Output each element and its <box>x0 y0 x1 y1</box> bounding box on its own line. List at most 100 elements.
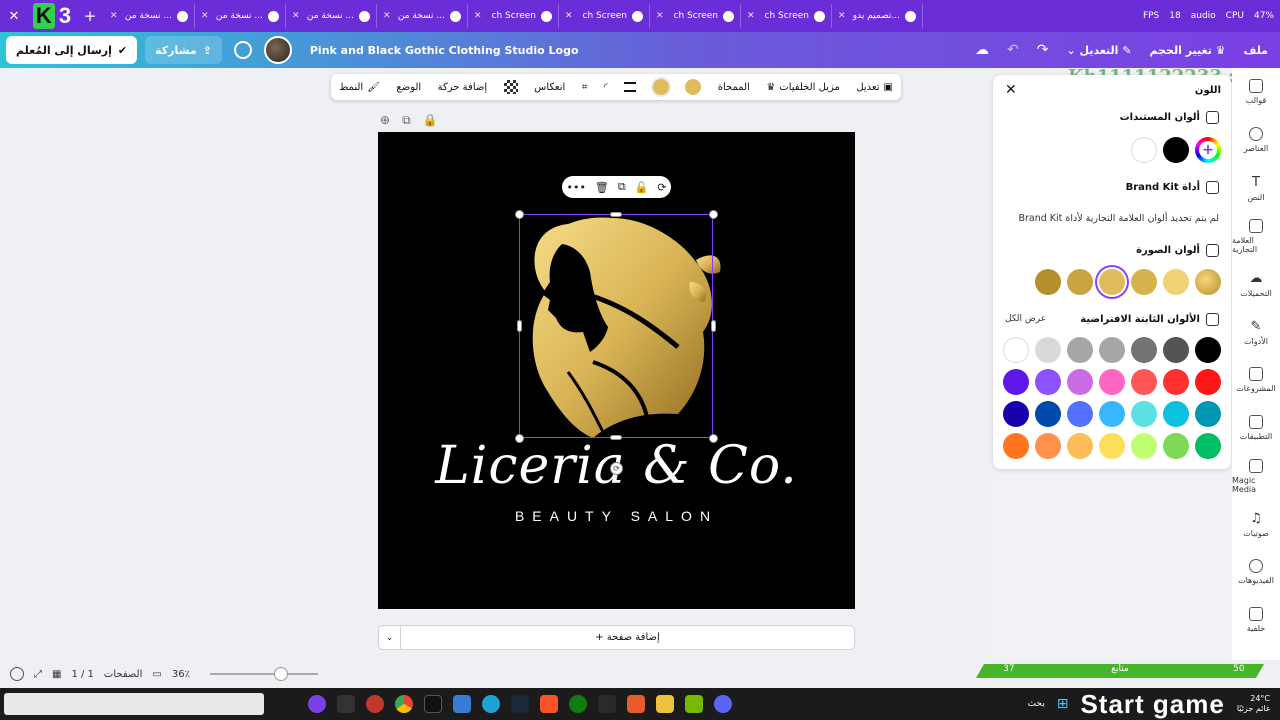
sidebar-item-uploads[interactable]: ☁ التحميلات <box>1232 260 1280 308</box>
color-swatch[interactable] <box>1163 433 1189 459</box>
color-swatch[interactable] <box>1163 269 1189 295</box>
color-swatch[interactable] <box>1035 369 1061 395</box>
bg-remover-button[interactable]: مزيل الخلفيات ♛ <box>766 82 840 93</box>
app-icon[interactable] <box>366 695 384 713</box>
store-icon[interactable] <box>453 695 471 713</box>
edge-icon[interactable] <box>482 695 500 713</box>
zoom-level[interactable]: 36٪ <box>172 669 190 680</box>
browser-tab[interactable]: ✕ ch Screen <box>559 4 650 28</box>
border-style-button[interactable] <box>624 82 637 92</box>
epic-games-icon[interactable] <box>598 695 616 713</box>
color-swatch[interactable] <box>1099 433 1125 459</box>
color-swatch[interactable] <box>1131 401 1157 427</box>
color-swatch[interactable] <box>1067 269 1093 295</box>
color-swatch[interactable] <box>1131 433 1157 459</box>
browser-tab[interactable]: ✕ نسخة من ... <box>377 4 468 28</box>
add-page-icon[interactable]: ⊕ <box>380 113 390 128</box>
color-swatch[interactable] <box>1099 369 1125 395</box>
add-page-label[interactable]: + إضافة صفحة <box>401 632 854 643</box>
sidebar-item-text[interactable]: T النص <box>1232 164 1280 212</box>
image-thumbnail-swatch[interactable] <box>1195 269 1221 295</box>
sidebar-item-projects[interactable]: المشروعات <box>1232 356 1280 404</box>
sidebar-item-audio[interactable]: ♫ صوتيات <box>1232 500 1280 548</box>
color-swatch-white[interactable] <box>1131 137 1157 163</box>
steam-icon[interactable] <box>511 695 529 713</box>
taskbar-search-label[interactable]: بحث <box>1028 699 1045 709</box>
share-button[interactable]: مشاركة ⇪ <box>145 36 222 64</box>
tab-close-icon[interactable]: ✕ <box>474 11 482 21</box>
color-swatch-button-active[interactable] <box>652 79 669 95</box>
eraser-button[interactable]: الممحاة <box>718 82 750 93</box>
app-icon[interactable] <box>627 695 645 713</box>
color-swatch[interactable] <box>1131 369 1157 395</box>
tiktok-icon[interactable] <box>424 695 442 713</box>
color-swatch[interactable] <box>1035 269 1061 295</box>
color-swatch[interactable] <box>1067 401 1093 427</box>
selection-frame[interactable] <box>519 214 713 438</box>
style-button[interactable]: 🖌 النمط <box>339 82 380 93</box>
position-button[interactable]: الوضع <box>396 82 421 93</box>
color-swatch[interactable] <box>1163 337 1189 363</box>
gold-swatch[interactable] <box>685 79 702 95</box>
animate-button[interactable]: إضافة حركة <box>438 82 487 93</box>
resize-handle[interactable] <box>610 212 622 217</box>
lock-icon[interactable]: 🔒 <box>423 113 438 128</box>
grid-view-icon[interactable]: ▦ <box>52 669 61 680</box>
sidebar-item-templates[interactable]: قوالب <box>1232 68 1280 116</box>
add-page-bar[interactable]: ⌄ + إضافة صفحة <box>378 625 855 650</box>
browser-tab-active[interactable]: ✕ تصميم بدو... <box>832 4 923 28</box>
color-swatch[interactable] <box>1003 369 1029 395</box>
browser-tab[interactable]: ✕ نسخة من ... <box>286 4 377 28</box>
more-options-icon[interactable]: ••• <box>566 181 585 194</box>
tab-close-icon[interactable]: ✕ <box>656 11 664 21</box>
duplicate-page-icon[interactable]: ⧉ <box>402 113 411 128</box>
resize-handle[interactable] <box>515 210 524 219</box>
sidebar-item-elements[interactable]: العناصر <box>1232 116 1280 164</box>
browser-tab[interactable]: ✕ نسخة من ... <box>104 4 195 28</box>
fullscreen-icon[interactable]: ⤢ <box>34 669 42 680</box>
show-all-link[interactable]: عرض الكل <box>1005 314 1046 324</box>
sidebar-item-tools[interactable]: ✎ الأدوات <box>1232 308 1280 356</box>
color-swatch[interactable] <box>1195 433 1221 459</box>
color-swatch[interactable] <box>1035 401 1061 427</box>
tab-close-icon[interactable]: ✕ <box>383 11 391 21</box>
help-icon[interactable] <box>10 667 24 681</box>
tab-close-icon[interactable]: ✕ <box>292 11 300 21</box>
canva-app-icon[interactable] <box>308 695 326 713</box>
tab-close-icon[interactable]: ✕ <box>838 11 846 21</box>
undo-icon[interactable]: ↶ <box>1007 42 1019 58</box>
rotate-handle[interactable]: ⟳ <box>610 462 623 475</box>
new-tab-button[interactable]: + <box>76 7 104 25</box>
windows-start-icon[interactable]: ⊞ <box>1057 696 1069 712</box>
color-swatch-button[interactable] <box>685 79 702 95</box>
edit-menu[interactable]: ⌄ التعديل ✎ <box>1066 44 1131 57</box>
color-swatch-selected[interactable] <box>1099 269 1125 295</box>
discord-icon[interactable] <box>714 695 732 713</box>
color-swatch[interactable] <box>1195 401 1221 427</box>
browser-tab[interactable]: ✕ نسخة من ... <box>195 4 286 28</box>
avatar[interactable] <box>263 36 292 64</box>
color-swatch[interactable] <box>1003 433 1029 459</box>
resize-menu[interactable]: تغيير الحجم ♛ <box>1150 44 1226 57</box>
color-swatch[interactable] <box>1035 337 1061 363</box>
color-swatch[interactable] <box>1067 433 1093 459</box>
color-swatch[interactable] <box>1195 337 1221 363</box>
file-menu[interactable]: ملف <box>1244 44 1268 57</box>
color-swatch[interactable] <box>1195 369 1221 395</box>
edit-image-button[interactable]: ▣ تعديل <box>856 82 893 93</box>
transparency-button[interactable] <box>503 80 518 94</box>
zoom-slider-knob[interactable] <box>273 667 288 681</box>
window-close-icon[interactable]: ✕ <box>0 9 28 24</box>
sidebar-item-brand[interactable]: العلامة التجارية <box>1232 212 1280 260</box>
delete-icon[interactable]: 🗑 <box>595 181 609 194</box>
color-swatch[interactable] <box>1067 337 1093 363</box>
color-swatch[interactable] <box>1035 433 1061 459</box>
add-color-button[interactable]: + <box>1195 137 1221 163</box>
color-swatch[interactable] <box>1003 337 1029 363</box>
chevron-down-icon[interactable]: ⌄ <box>379 626 401 649</box>
corner-rounding-button[interactable]: ◜ <box>604 82 608 93</box>
app-icon[interactable] <box>337 695 355 713</box>
sidebar-item-background[interactable]: خلفية <box>1232 596 1280 644</box>
browser-tab[interactable]: ✕ ch Screen <box>468 4 559 28</box>
pages-icon[interactable]: ▭ <box>152 669 161 680</box>
